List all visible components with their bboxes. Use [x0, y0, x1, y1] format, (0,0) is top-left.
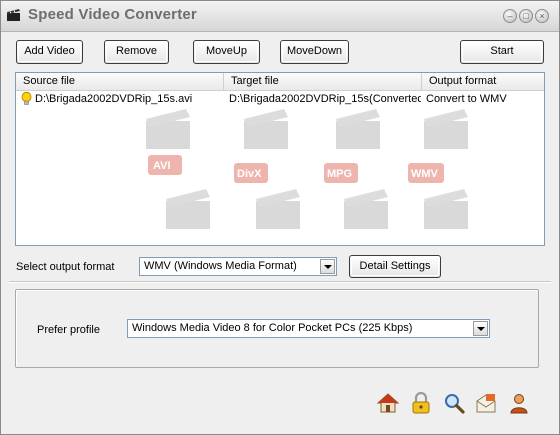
- profile-value: Windows Media Video 8 for Color Pocket P…: [132, 322, 413, 334]
- watermark-mpg-label: MPG: [327, 168, 352, 180]
- watermark-avi-label: AVI: [153, 160, 171, 172]
- chevron-down-icon[interactable]: [473, 321, 488, 336]
- magnifier-icon[interactable]: [443, 392, 465, 414]
- row-source-file: D:\Brigada2002DVDRip_15s.avi: [35, 93, 193, 105]
- column-target-file[interactable]: Target file: [224, 73, 422, 90]
- divider: [9, 281, 551, 283]
- file-list[interactable]: AVI DivX MPG WMV Source file Target file…: [15, 72, 545, 246]
- main-window: Speed Video Converter – □ × Add Video Re…: [0, 0, 560, 435]
- remove-label: Remove: [116, 45, 157, 57]
- maximize-icon: □: [523, 11, 529, 21]
- table-row[interactable]: D:\Brigada2002DVDRip_15s.avi D:\Brigada2…: [16, 91, 544, 107]
- mail-icon[interactable]: [475, 392, 497, 414]
- format-watermark: AVI DivX MPG WMV: [146, 109, 468, 229]
- move-down-label: MoveDown: [286, 45, 343, 57]
- watermark-wmv-label: WMV: [411, 168, 439, 180]
- add-video-button[interactable]: Add Video: [16, 40, 83, 64]
- column-output-format[interactable]: Output format: [422, 73, 544, 90]
- chevron-down-icon[interactable]: [320, 259, 335, 274]
- start-button[interactable]: Start: [460, 40, 544, 64]
- title-bar[interactable]: Speed Video Converter – □ ×: [1, 1, 559, 32]
- detail-settings-label: Detail Settings: [359, 260, 431, 272]
- detail-settings-button[interactable]: Detail Settings: [349, 255, 441, 278]
- output-format-value: WMV (Windows Media Format): [144, 260, 297, 272]
- move-up-button[interactable]: MoveUp: [193, 40, 260, 64]
- add-video-label: Add Video: [24, 45, 75, 57]
- row-output-format: Convert to WMV: [426, 93, 507, 105]
- output-format-select[interactable]: WMV (Windows Media Format): [139, 257, 337, 276]
- profile-label: Prefer profile: [37, 324, 100, 336]
- lock-icon[interactable]: [410, 392, 432, 414]
- column-source-file[interactable]: Source file: [16, 73, 224, 90]
- minimize-icon: –: [507, 11, 513, 21]
- move-down-button[interactable]: MoveDown: [280, 40, 349, 64]
- remove-button[interactable]: Remove: [104, 40, 169, 64]
- maximize-button[interactable]: □: [519, 9, 533, 23]
- minimize-button[interactable]: –: [503, 9, 517, 23]
- watermark-divx-label: DivX: [237, 168, 262, 180]
- close-icon: ×: [539, 11, 545, 21]
- start-label: Start: [490, 45, 514, 57]
- home-icon[interactable]: [377, 392, 399, 414]
- file-list-header: Source file Target file Output format: [16, 73, 544, 91]
- close-button[interactable]: ×: [535, 9, 549, 23]
- output-format-label: Select output format: [16, 261, 115, 273]
- profile-select[interactable]: Windows Media Video 8 for Color Pocket P…: [127, 319, 490, 338]
- move-up-label: MoveUp: [206, 45, 247, 57]
- bulb-icon: [21, 92, 32, 105]
- clapperboard-icon: [7, 9, 20, 21]
- user-icon[interactable]: [508, 392, 530, 414]
- row-target-file: D:\Brigada2002DVDRip_15s(Converted)....: [229, 93, 421, 105]
- window-title: Speed Video Converter: [28, 6, 197, 23]
